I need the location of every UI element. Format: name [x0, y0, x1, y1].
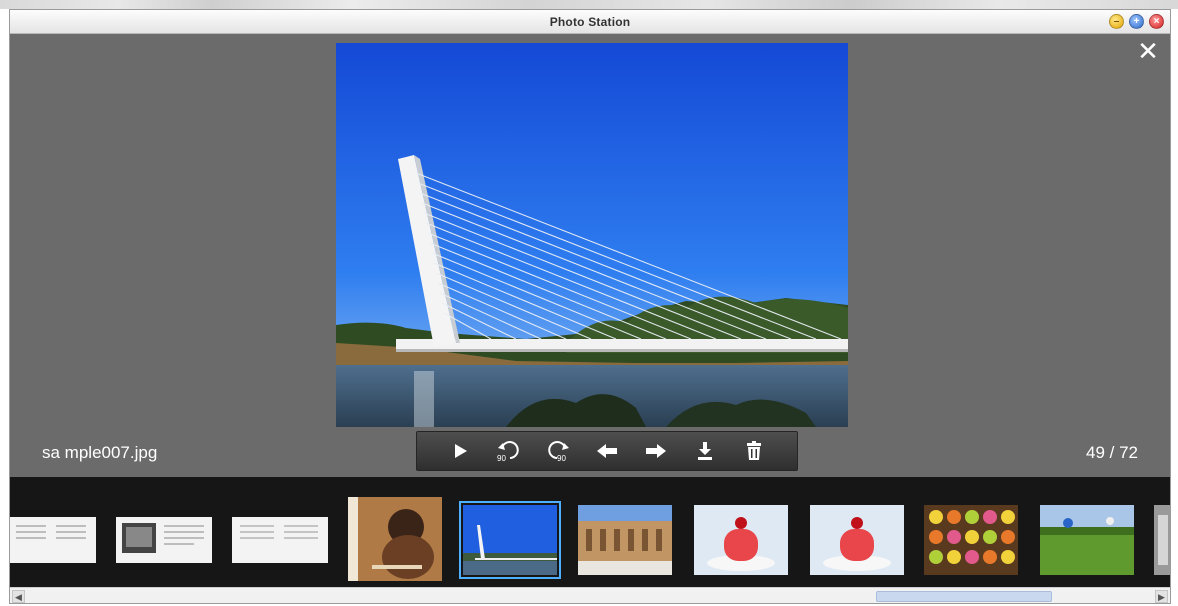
rotate-left-button[interactable]: 90 [493, 435, 525, 467]
play-slideshow-button[interactable] [444, 435, 476, 467]
rotate-left-90-icon: 90 [497, 441, 519, 462]
next-photo-button[interactable] [640, 435, 672, 467]
rotate-left-label: 90 [497, 454, 506, 462]
photo-viewer: ✕ sa mple007.jpg 49 / 72 90 90 [10, 35, 1170, 477]
dessert-cake-thumb [810, 505, 904, 575]
thumbnail-2[interactable] [116, 517, 212, 563]
next-arrow-icon [646, 444, 667, 458]
play-icon [454, 444, 467, 458]
scroll-thumb[interactable] [876, 591, 1052, 602]
thumbnail-3[interactable] [232, 517, 328, 563]
rotate-right-button[interactable]: 90 [542, 435, 574, 467]
scroll-right-button[interactable]: ▶ [1155, 590, 1168, 603]
photo-counter: 49 / 72 [1086, 443, 1138, 462]
download-icon [698, 442, 713, 460]
scroll-left-button[interactable]: ◀ [12, 590, 25, 603]
close-window-button[interactable]: × [1149, 14, 1164, 29]
horizontal-scrollbar[interactable]: ◀ ▶ [10, 587, 1170, 603]
rotate-right-label: 90 [557, 454, 566, 462]
photo-toolbar: 90 90 [416, 431, 798, 471]
document-page-thumb [232, 517, 328, 563]
photo-station-window: Photo Station – + × ✕ sa mple007.jpg 49 … [9, 9, 1171, 604]
minimize-button[interactable]: – [1109, 14, 1124, 29]
close-viewer-button[interactable]: ✕ [1136, 38, 1160, 64]
document-page-thumb [10, 517, 96, 563]
thumbnail-6[interactable] [578, 505, 672, 575]
album-cover-thumb [348, 497, 442, 581]
title-bar[interactable]: Photo Station – + × [10, 10, 1170, 34]
main-photo[interactable] [336, 43, 848, 427]
rotate-right-90-icon: 90 [548, 441, 569, 462]
thumbnail-4[interactable] [348, 497, 442, 581]
delete-button[interactable] [738, 435, 770, 467]
previous-photo-button[interactable] [591, 435, 623, 467]
bridge-photo-image [336, 43, 848, 427]
palace-courtyard-thumb [578, 505, 672, 575]
delete-icon [747, 441, 762, 460]
thumbnail-filmstrip[interactable] [10, 477, 1170, 587]
thumbnail-10[interactable] [1040, 505, 1134, 575]
background-desktop-strip [0, 0, 1178, 9]
partial-edge-thumb [1154, 505, 1170, 575]
thumbnail-5[interactable] [459, 501, 561, 579]
document-with-photo-thumb [116, 517, 212, 563]
thumbnail-1[interactable] [10, 517, 96, 563]
photo-filename: sa mple007.jpg [42, 443, 158, 462]
download-button[interactable] [689, 435, 721, 467]
thumbnail-9[interactable] [924, 505, 1018, 575]
thumbnail-7[interactable] [694, 505, 788, 575]
macarons-thumb [924, 505, 1018, 575]
bridge-sky-thumb [463, 505, 557, 575]
dessert-cake-thumb [694, 505, 788, 575]
thumbnail-8[interactable] [810, 505, 904, 575]
window-controls: – + × [1109, 14, 1164, 29]
previous-arrow-icon [596, 444, 617, 458]
green-field-thumb [1040, 505, 1134, 575]
maximize-button[interactable]: + [1129, 14, 1144, 29]
thumbnail-11[interactable] [1154, 505, 1170, 575]
window-title: Photo Station [549, 15, 631, 29]
